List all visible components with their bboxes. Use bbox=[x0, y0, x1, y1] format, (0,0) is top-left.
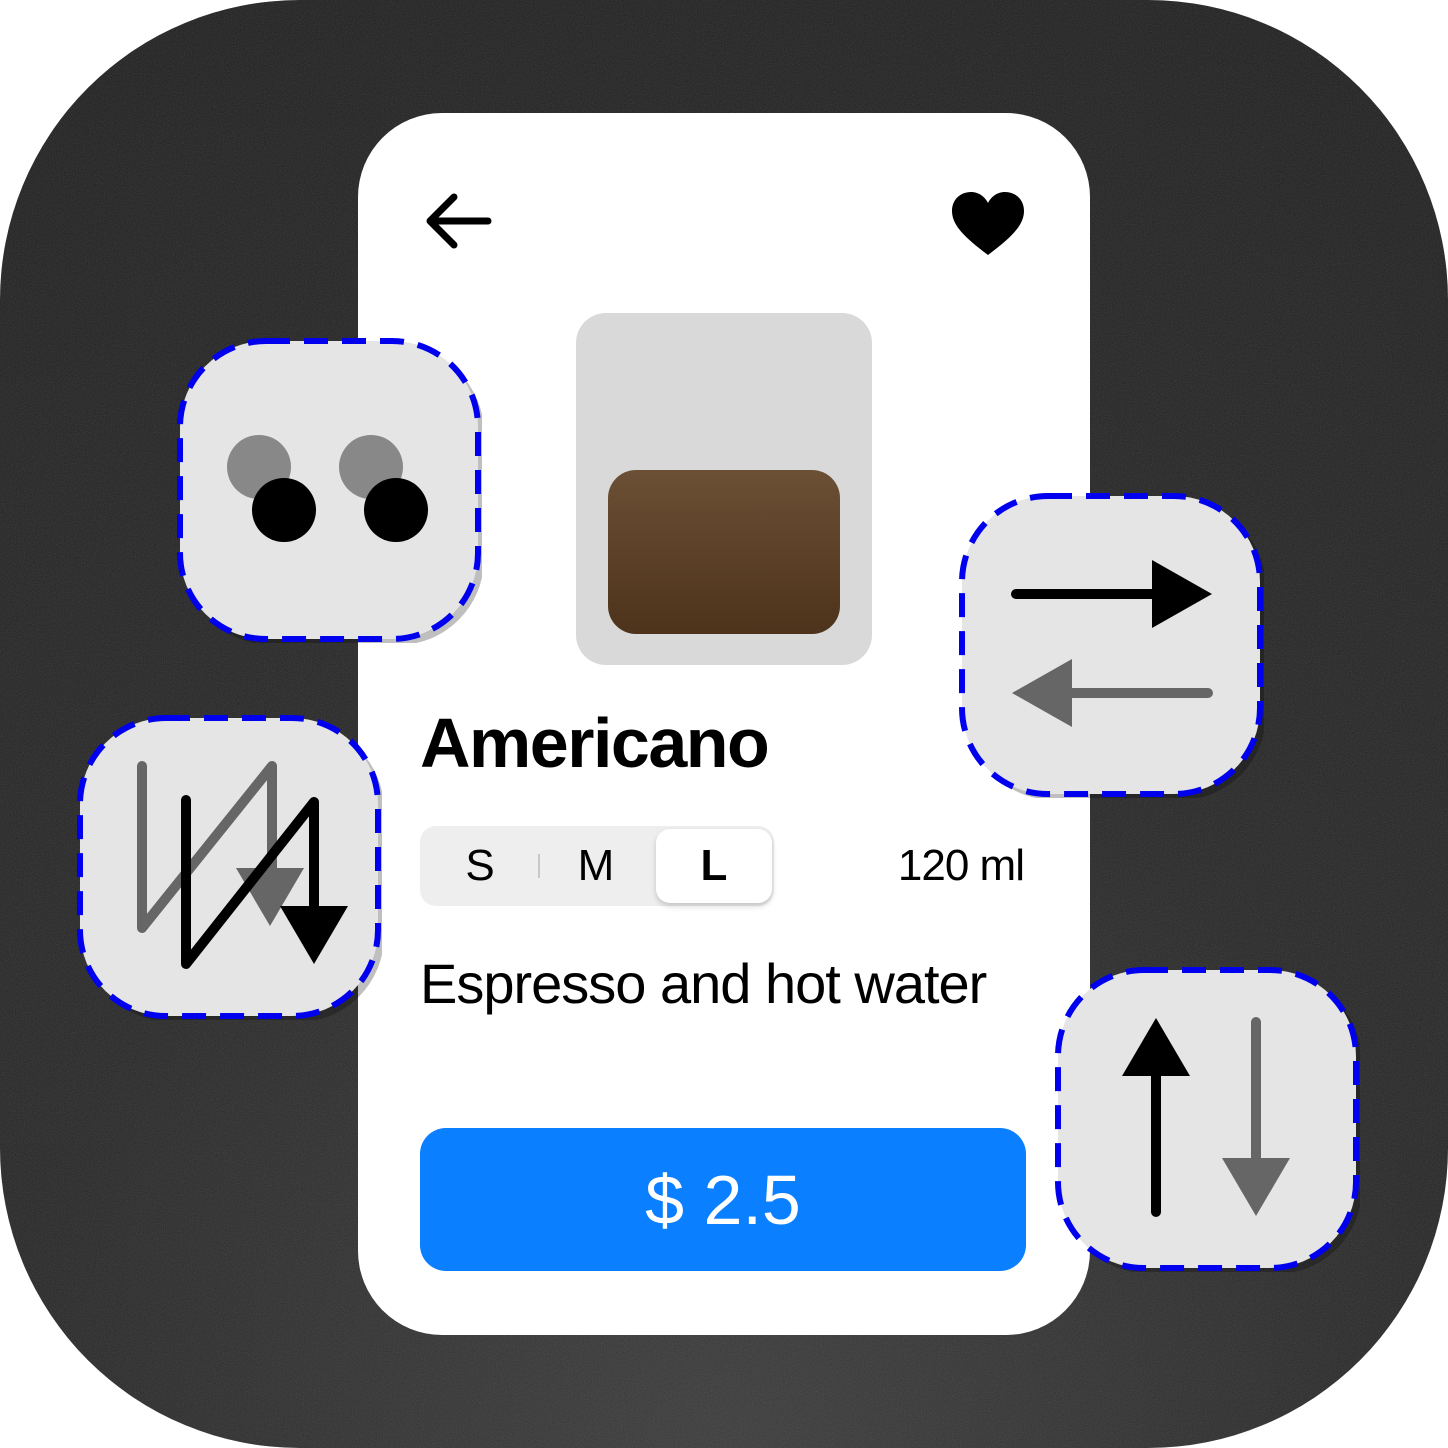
size-option-l[interactable]: L bbox=[656, 829, 772, 903]
product-title: Americano bbox=[420, 704, 770, 782]
swipe-vertical-icon bbox=[1055, 967, 1360, 1272]
two-finger-tap-icon bbox=[177, 338, 482, 643]
coffee-fill bbox=[608, 470, 840, 634]
buy-price-button[interactable]: $ 2.5 bbox=[420, 1128, 1026, 1271]
size-option-m[interactable]: M bbox=[538, 826, 654, 906]
back-button[interactable] bbox=[420, 189, 492, 253]
arrow-left-icon bbox=[426, 193, 492, 249]
swipe-horizontal-icon bbox=[959, 493, 1264, 798]
gesture-card-scribble[interactable] bbox=[76, 714, 382, 1020]
favorite-button[interactable] bbox=[948, 189, 1028, 261]
size-selector: S M L bbox=[420, 826, 774, 906]
volume-label: 120 ml bbox=[897, 841, 1025, 890]
product-description: Espresso and hot water bbox=[420, 952, 987, 1015]
heart-icon bbox=[952, 192, 1024, 255]
gesture-card-swipe-horizontal[interactable] bbox=[958, 492, 1264, 798]
product-image bbox=[576, 313, 872, 665]
gesture-card-two-finger-tap[interactable] bbox=[176, 337, 482, 643]
size-option-s[interactable]: S bbox=[422, 826, 538, 906]
zigzag-scribble-icon bbox=[77, 715, 382, 1020]
gesture-card-swipe-vertical[interactable] bbox=[1054, 966, 1360, 1272]
